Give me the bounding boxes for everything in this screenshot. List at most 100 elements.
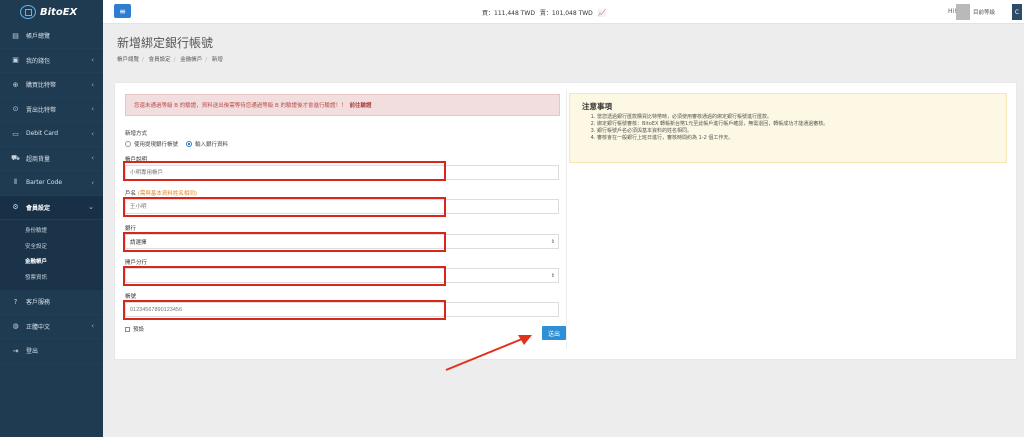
notes-item: 當您透過銀行匯款購買比特幣時，必須使用審核通過的綁定銀行帳號進行匯款。 — [597, 114, 828, 121]
owner-hint: (需與基本資料姓名相同) — [137, 191, 198, 197]
cart-icon: ⛟ — [11, 153, 20, 162]
sidebar-item-logout[interactable]: ⇥ 登出 — [0, 339, 103, 364]
sidebar-subitem-security[interactable]: 安全設定 — [0, 240, 103, 256]
dashboard-icon: ▤ — [12, 31, 19, 40]
sidebar-subitem-invoice[interactable]: 發票資訊 — [0, 271, 103, 287]
wallet-icon: ▣ — [12, 56, 19, 65]
sidebar-item-label: 客戶服務 — [26, 299, 51, 307]
price-ticker: 買：111,448 TWD 賣：101,048 TWD 📈 — [482, 8, 609, 17]
sidebar-item-overview[interactable]: ▤ 帳戶總覽 — [0, 24, 103, 49]
sidebar-item-sell-bitcoin[interactable]: ⊙ 賣出比特幣 ‹ — [0, 98, 103, 122]
brand-logo[interactable]: BitoEX — [0, 0, 103, 24]
trend-chart-icon[interactable]: 📈 — [598, 9, 607, 17]
sidebar-item-label: 賣出比特幣 — [26, 106, 57, 114]
sidebar-item-label: 超商貨量 — [26, 155, 51, 163]
sidebar-item-label: 帳戶總覽 — [26, 33, 51, 41]
chevron-left-icon: ‹ — [91, 178, 94, 187]
radio-label: 使用提現銀行帳號 — [134, 142, 179, 148]
owner-label-text: 戶名 — [125, 191, 137, 197]
branch-label: 開戶分行 — [125, 260, 148, 266]
breadcrumb: 帳戶總覽 / 會員設定 / 金融帳戶 / 新增 — [117, 57, 223, 63]
sidebar-item-label: 購買比特幣 — [26, 82, 57, 90]
breadcrumb-item: 新增 — [211, 57, 223, 63]
sidebar-item-debit-card[interactable]: ▭ Debit Card ‹ — [0, 122, 103, 147]
owner-label: 戶名 (需與基本資料姓名相同) — [125, 189, 197, 197]
barcode-icon: ⦀ — [13, 178, 18, 187]
chevron-left-icon: ‹ — [91, 80, 94, 89]
gears-icon: ⚙ — [12, 203, 19, 212]
sidebar-item-member-settings[interactable]: ⚙ 會員設定 ⌄ — [0, 195, 103, 220]
help-icon: ? — [13, 297, 18, 306]
radio-label: 輸入銀行資料 — [195, 142, 229, 148]
sidebar-item-wallet[interactable]: ▣ 我的錢包 ‹ — [0, 49, 103, 73]
card-icon: ▭ — [12, 129, 19, 138]
user-level[interactable]: 目前等級 — [973, 8, 995, 16]
sidebar-item-language[interactable]: ◍ 正體中文 ‹ — [0, 315, 103, 339]
account-label: 帳號 — [125, 294, 137, 300]
chevron-left-icon: ‹ — [91, 129, 94, 138]
buy-price: 買：111,448 TWD — [482, 10, 535, 17]
menu-toggle-button[interactable]: ≡ — [114, 4, 131, 18]
account-number-input[interactable] — [125, 302, 559, 317]
annotation-arrow-icon — [445, 335, 532, 371]
sidebar-item-buy-bitcoin[interactable]: ⊕ 購買比特幣 ‹ — [0, 73, 103, 98]
mode-icon[interactable]: C — [1012, 4, 1022, 20]
up-circle-icon: ⊙ — [12, 105, 19, 114]
hamburger-icon: ≡ — [119, 6, 126, 16]
notes-item: 審核會在一般銀行上班日進行，審核時間約為 1-2 個工作天。 — [597, 135, 828, 142]
page-title: 新增綁定銀行帳號 — [117, 36, 214, 50]
bank-select[interactable]: 請選擇 ⇕ — [125, 234, 559, 249]
breadcrumb-item[interactable]: 帳戶總覽 — [117, 57, 139, 63]
sidebar-item-label: 登出 — [26, 348, 39, 356]
method-option-withdraw-account[interactable]: 使用提現銀行帳號 — [125, 140, 178, 148]
notes-item: 綁定銀行帳號審核：BitoEX 轉帳新台幣1元至此帳戶進行帳戶確認，無需退回，轉… — [597, 121, 828, 128]
sidebar-subitem-financial-account[interactable]: 金融帳戶 — [0, 255, 103, 271]
chevron-left-icon: ‹ — [91, 154, 94, 163]
sidebar-item-label: Debit Card — [26, 130, 59, 138]
sidebar-subitem-identity[interactable]: 身份驗證 — [0, 224, 103, 240]
sidebar-item-customer-service[interactable]: ? 客戶服務 — [0, 290, 103, 315]
notes-list: 當您透過銀行匯款購買比特幣時，必須使用審核通過的綁定銀行帳號進行匯款。 綁定銀行… — [597, 114, 828, 142]
default-checkbox-row[interactable]: 預設 — [125, 325, 144, 333]
sidebar-item-barter-code[interactable]: ⦀ Barter Code ‹ — [0, 171, 103, 196]
owner-name-input[interactable] — [125, 199, 559, 214]
logout-icon: ⇥ — [12, 346, 19, 355]
alert-text: 您還未通過等級 B 的驗證，資料送出後需等待您通過等級 B 的驗證後才會進行驗證… — [134, 103, 347, 109]
checkbox-icon[interactable] — [125, 326, 130, 332]
notes-panel: 注意事項 當您透過銀行匯款購買比特幣時，必須使用審核通過的綁定銀行帳號進行匯款。… — [569, 93, 1007, 163]
form-column: 您還未通過等級 B 的驗證，資料送出後需等待您通過等級 B 的驗證後才會進行驗證… — [122, 83, 567, 359]
nickname-label: 帳戶說明 — [125, 157, 148, 163]
chevron-down-icon: ⌄ — [88, 203, 94, 212]
top-bar: ≡ 買：111,448 TWD 賣：101,048 TWD 📈 Hi! 目前等級… — [103, 0, 1024, 24]
bank-label: 銀行 — [125, 226, 137, 232]
submit-button[interactable]: 送出 — [542, 326, 566, 340]
verification-alert: 您還未通過等級 B 的驗證，資料送出後需等待您通過等級 B 的驗證後才會進行驗證… — [125, 94, 560, 116]
method-option-manual[interactable]: 輸入銀行資料 — [186, 140, 228, 148]
chevron-left-icon: ‹ — [91, 105, 94, 114]
radio-checked-icon — [186, 141, 193, 147]
sidebar-item-label: Barter Code — [26, 179, 63, 187]
brand-name: BitoEX — [40, 6, 78, 18]
method-label: 新增方式 — [125, 131, 148, 137]
select-arrows-icon: ⇕ — [550, 272, 555, 279]
radio-icon — [125, 141, 131, 147]
branch-select[interactable]: ⇕ — [125, 268, 559, 283]
globe-icon: ◍ — [12, 322, 19, 331]
sidebar-item-label: 會員設定 — [26, 204, 51, 212]
column-divider — [566, 89, 567, 349]
verify-link[interactable]: 前往驗證 — [350, 101, 372, 109]
method-radio-group: 使用提現銀行帳號 輸入銀行資料 — [125, 140, 236, 148]
sidebar: BitoEX ▤ 帳戶總覽 ▣ 我的錢包 ‹ ⊕ 購買比特幣 ‹ ⊙ 賣出比特幣… — [0, 0, 103, 437]
bank-select-value: 請選擇 — [130, 239, 147, 246]
sidebar-item-label: 正體中文 — [26, 323, 51, 331]
sell-price: 賣：101,048 TWD — [539, 10, 593, 17]
sidebar-item-convenience-store[interactable]: ⛟ 超商貨量 ‹ — [0, 147, 103, 171]
select-arrows-icon: ⇕ — [550, 238, 555, 245]
avatar[interactable] — [956, 4, 970, 20]
breadcrumb-item[interactable]: 會員設定 — [149, 57, 171, 63]
plus-circle-icon: ⊕ — [12, 80, 19, 89]
breadcrumb-item[interactable]: 金融帳戶 — [180, 57, 202, 63]
bitoex-logo-icon — [20, 5, 36, 19]
notes-title: 注意事項 — [582, 102, 612, 111]
nickname-input[interactable] — [125, 165, 559, 180]
